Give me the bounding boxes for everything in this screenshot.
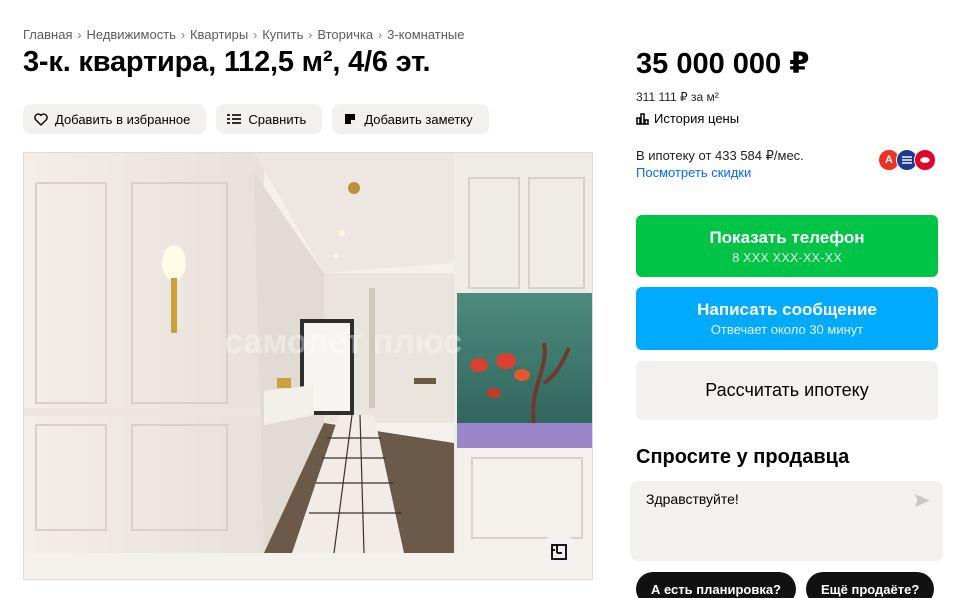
heart-icon <box>33 111 49 127</box>
breadcrumb: Главная › Недвижимость › Квартиры › Купи… <box>23 27 464 42</box>
listing-title: 3-к. квартира, 112,5 м², 4/6 эт. <box>23 46 431 78</box>
calculate-mortgage-button[interactable]: Рассчитать ипотеку <box>636 361 938 420</box>
quick-question-chips: А есть планировка? Ещё продаёте? <box>636 572 935 598</box>
chevron-right-icon: › <box>378 27 383 42</box>
floor-plan-icon <box>551 544 567 560</box>
chevron-right-icon: › <box>253 27 258 42</box>
show-phone-label: Показать телефон <box>709 227 865 247</box>
floor-plan-button[interactable] <box>544 537 574 567</box>
listing-price: 35 000 000 ₽ <box>636 48 810 80</box>
ask-seller-message-box[interactable]: Здравствуйте! <box>630 481 943 561</box>
add-note-label: Добавить заметку <box>364 111 473 127</box>
chart-icon <box>636 112 649 125</box>
add-to-favorites-button[interactable]: Добавить в избранное <box>23 104 207 134</box>
bank-logo-icon <box>914 149 936 171</box>
breadcrumb-secondary[interactable]: Вторичка <box>317 27 373 42</box>
response-time-text: Отвечает около 30 минут <box>710 322 864 337</box>
write-message-label: Написать сообщение <box>697 300 877 319</box>
breadcrumb-real-estate[interactable]: Недвижимость <box>86 27 175 42</box>
chevron-right-icon: › <box>308 27 313 42</box>
send-icon[interactable] <box>914 493 931 513</box>
add-to-favorites-label: Добавить в избранное <box>55 111 191 127</box>
listing-actions: Добавить в избранное Сравнить Добавить з… <box>23 104 489 134</box>
view-discounts-link[interactable]: Посмотреть скидки <box>636 165 751 180</box>
quick-question-chip-floor-plan[interactable]: А есть планировка? <box>636 572 796 598</box>
breadcrumb-3-rooms[interactable]: 3-комнатные <box>387 27 464 42</box>
chevron-right-icon: › <box>77 27 82 42</box>
note-icon <box>342 111 358 127</box>
listing-photo[interactable]: самолет плюс <box>23 152 593 580</box>
price-per-square-meter: 311 111 ₽ за м² <box>636 90 719 104</box>
quick-question-chip-still-selling[interactable]: Ещё продаёте? <box>806 572 935 598</box>
hallway-photo-image: самолет плюс <box>24 153 592 554</box>
show-phone-button[interactable]: Показать телефон 8 XXX XXX-XX-XX <box>636 215 938 277</box>
compare-button[interactable]: Сравнить <box>216 104 323 134</box>
mortgage-offer-text: В ипотеку от 433 584 ₽/мес. <box>636 148 804 163</box>
compare-icon <box>226 111 242 127</box>
price-history-link[interactable]: История цены <box>636 111 739 126</box>
breadcrumb-home[interactable]: Главная <box>23 27 72 42</box>
bank-logos: А <box>878 149 938 171</box>
breadcrumb-buy[interactable]: Купить <box>262 27 303 42</box>
photo-watermark: самолет плюс <box>224 323 462 361</box>
ask-seller-title: Спросите у продавца <box>636 446 850 468</box>
add-note-button[interactable]: Добавить заметку <box>332 104 489 134</box>
chevron-right-icon: › <box>180 27 185 42</box>
compare-label: Сравнить <box>248 111 307 127</box>
write-message-button[interactable]: Написать сообщение Отвечает около 30 мин… <box>636 287 938 350</box>
calculate-mortgage-label: Рассчитать ипотеку <box>705 380 869 400</box>
price-history-label: История цены <box>654 111 740 126</box>
message-input[interactable]: Здравствуйте! <box>646 491 739 507</box>
breadcrumb-apartments[interactable]: Квартиры <box>190 27 248 42</box>
masked-phone-number: 8 XXX XXX-XX-XX <box>732 249 842 265</box>
